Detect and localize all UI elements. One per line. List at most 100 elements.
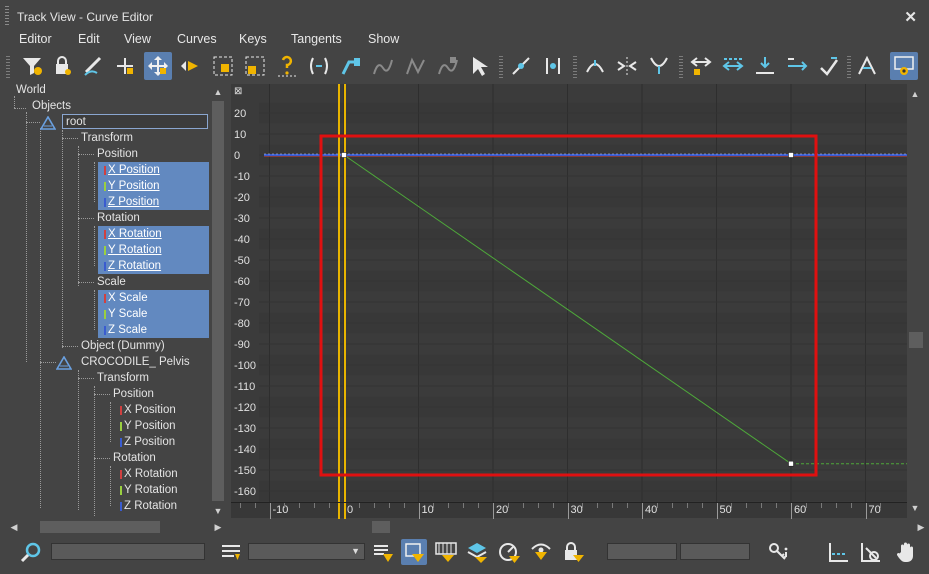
isolate-curve-icon[interactable] bbox=[890, 52, 918, 80]
show-selected-keys-stats-icon[interactable] bbox=[218, 539, 244, 565]
menu-show[interactable]: Show bbox=[368, 32, 399, 46]
key-info-icon[interactable] bbox=[766, 539, 792, 565]
menu-keys[interactable]: Keys bbox=[239, 32, 267, 46]
hand-pan-icon[interactable] bbox=[893, 539, 919, 565]
graph-horizontal-scrollbar[interactable]: ▶ bbox=[231, 519, 929, 535]
lock-tangents-icon[interactable] bbox=[581, 52, 609, 80]
scroll-thumb[interactable] bbox=[212, 101, 224, 501]
lock-selection-icon[interactable] bbox=[48, 52, 76, 80]
filter-animated-tracks-icon[interactable] bbox=[433, 539, 459, 565]
tree-item-root[interactable]: root bbox=[66, 114, 86, 130]
scroll-thumb[interactable] bbox=[909, 332, 923, 348]
move-keys-icon[interactable] bbox=[144, 52, 172, 80]
menu-edit[interactable]: Edit bbox=[78, 32, 100, 46]
tree-item-objects[interactable]: Objects bbox=[32, 98, 71, 114]
tree-item-z-rotation[interactable]: Z Rotation bbox=[108, 258, 161, 274]
tree-item-transform[interactable]: Transform bbox=[81, 130, 133, 146]
menu-curves[interactable]: Curves bbox=[177, 32, 217, 46]
region-tool-icon[interactable] bbox=[337, 52, 365, 80]
scroll-down-icon[interactable]: ▼ bbox=[909, 502, 921, 514]
tree-item-pelvis[interactable]: CROCODILE_ Pelvis bbox=[81, 354, 190, 370]
tree-item-world[interactable]: World bbox=[16, 84, 46, 98]
scroll-thumb[interactable] bbox=[372, 521, 390, 533]
close-button[interactable]: ✕ bbox=[904, 8, 917, 26]
tree-item-x-scale[interactable]: X Scale bbox=[108, 290, 148, 306]
scroll-up-icon[interactable]: ▲ bbox=[212, 86, 224, 98]
tree-item-scale[interactable]: Scale bbox=[97, 274, 126, 290]
scroll-right-icon[interactable]: ▶ bbox=[915, 521, 927, 533]
tree-item-position[interactable]: Position bbox=[97, 146, 138, 162]
filter-locked-tracks-icon[interactable] bbox=[560, 539, 586, 565]
spline-tangent-icon[interactable] bbox=[719, 52, 747, 80]
slow-tangent-icon[interactable] bbox=[783, 52, 811, 80]
filter-unlocked-attributes-icon[interactable] bbox=[464, 539, 490, 565]
filter-icon[interactable] bbox=[18, 52, 46, 80]
pan-icon-graph[interactable] bbox=[825, 539, 851, 565]
filter-controller-types-icon[interactable] bbox=[528, 539, 554, 565]
tree-item-z-scale[interactable]: Z Scale bbox=[108, 322, 147, 338]
curve-graph-canvas[interactable]: 20 10 0 -10 -20 -30 -40 -50 -60 -70 -80 -90 -100 -110… bbox=[231, 84, 907, 502]
draw-curves-icon[interactable] bbox=[80, 52, 108, 80]
scroll-right-icon[interactable]: ▶ bbox=[212, 521, 224, 533]
auto-tangent-icon[interactable] bbox=[687, 52, 715, 80]
tree-item-rotation[interactable]: Rotation bbox=[97, 210, 140, 226]
scroll-up-icon[interactable]: ▲ bbox=[909, 88, 921, 100]
tree-item-y-position[interactable]: Y Position bbox=[124, 418, 176, 434]
filter-dropdown[interactable]: ▼ bbox=[248, 543, 365, 560]
parameter-curve-out-of-range-icon[interactable] bbox=[305, 52, 333, 80]
tree-item-y-position[interactable]: Y Position bbox=[108, 178, 160, 194]
step-tangent-icon[interactable] bbox=[815, 52, 843, 80]
unify-tangents-icon[interactable] bbox=[539, 52, 567, 80]
tree-item-x-position[interactable]: X Position bbox=[108, 162, 160, 178]
select-icon[interactable] bbox=[466, 52, 494, 80]
tree-item-x-position[interactable]: X Position bbox=[124, 402, 176, 418]
filter-selected-tracks-icon[interactable] bbox=[370, 539, 396, 565]
scale-keys-icon[interactable] bbox=[209, 52, 237, 80]
scroll-thumb[interactable] bbox=[40, 521, 160, 533]
break-tangents-icon[interactable] bbox=[507, 52, 535, 80]
add-visibility-track-icon[interactable] bbox=[273, 52, 301, 80]
tree-item-z-rotation[interactable]: Z Rotation bbox=[124, 498, 177, 514]
scroll-left-icon[interactable]: ◀ bbox=[8, 521, 20, 533]
tree-vertical-scrollbar[interactable]: ▲ ▼ bbox=[210, 84, 226, 519]
tree-item-x-rotation[interactable]: X Rotation bbox=[124, 466, 178, 482]
tree-item-y-rotation[interactable]: Y Rotation bbox=[124, 482, 178, 498]
toolbar-grip[interactable] bbox=[6, 56, 10, 78]
zoom-selected-object-icon[interactable] bbox=[18, 539, 44, 565]
slide-keys-icon[interactable] bbox=[176, 52, 204, 80]
snap-frames-icon[interactable] bbox=[434, 52, 462, 80]
filter-selected-objects-icon[interactable] bbox=[401, 539, 427, 565]
menu-tangents[interactable]: Tangents bbox=[291, 32, 342, 46]
tree-item-z-position[interactable]: Z Position bbox=[108, 194, 159, 210]
menu-view[interactable]: View bbox=[124, 32, 151, 46]
value-field[interactable] bbox=[680, 543, 750, 560]
graph-vertical-scrollbar[interactable]: ▲ ▼ bbox=[907, 84, 929, 518]
zoom-value-icon[interactable] bbox=[645, 52, 673, 80]
add-key-icon[interactable] bbox=[111, 52, 139, 80]
tree-horizontal-scrollbar[interactable]: ◀ ▶ bbox=[6, 519, 226, 535]
tree-item-y-rotation[interactable]: Y Rotation bbox=[108, 242, 162, 258]
tree-item-x-rotation[interactable]: X Rotation bbox=[108, 226, 162, 242]
curve-graph[interactable]: 20 10 0 -10 -20 -30 -40 -50 -60 -70 -80 -90 -100 -110… bbox=[231, 84, 907, 502]
retimer-icon[interactable] bbox=[369, 52, 397, 80]
filter-animated-objects-icon[interactable] bbox=[496, 539, 522, 565]
scale-values-icon[interactable] bbox=[241, 52, 269, 80]
tree-item-transform[interactable]: Transform bbox=[97, 370, 149, 386]
drag-grip[interactable] bbox=[5, 6, 9, 26]
selected-object-field[interactable] bbox=[51, 543, 205, 560]
title-bar[interactable]: Track View - Curve Editor ✕ bbox=[0, 0, 929, 30]
tree-item-rotation[interactable]: Rotation bbox=[113, 450, 156, 466]
tree-item-position[interactable]: Position bbox=[113, 386, 154, 402]
tree-item-object-dummy[interactable]: Object (Dummy) bbox=[81, 338, 165, 354]
linear-tangent-icon[interactable] bbox=[853, 52, 881, 80]
tree-item-z-position[interactable]: Z Position bbox=[124, 434, 175, 450]
tree-item-y-scale[interactable]: Y Scale bbox=[108, 306, 147, 322]
zoom-horizontal-icon[interactable] bbox=[613, 52, 641, 80]
scroll-down-icon[interactable]: ▼ bbox=[212, 505, 224, 517]
menu-editor[interactable]: Editor bbox=[19, 32, 52, 46]
fast-tangent-icon[interactable] bbox=[751, 52, 779, 80]
zoom-region-icon[interactable] bbox=[857, 539, 883, 565]
current-frame-marker[interactable] bbox=[338, 503, 346, 519]
time-ruler[interactable]: -10 0 10 20 30 40 50 60 70 bbox=[231, 502, 907, 519]
global-retimer-icon[interactable] bbox=[402, 52, 430, 80]
